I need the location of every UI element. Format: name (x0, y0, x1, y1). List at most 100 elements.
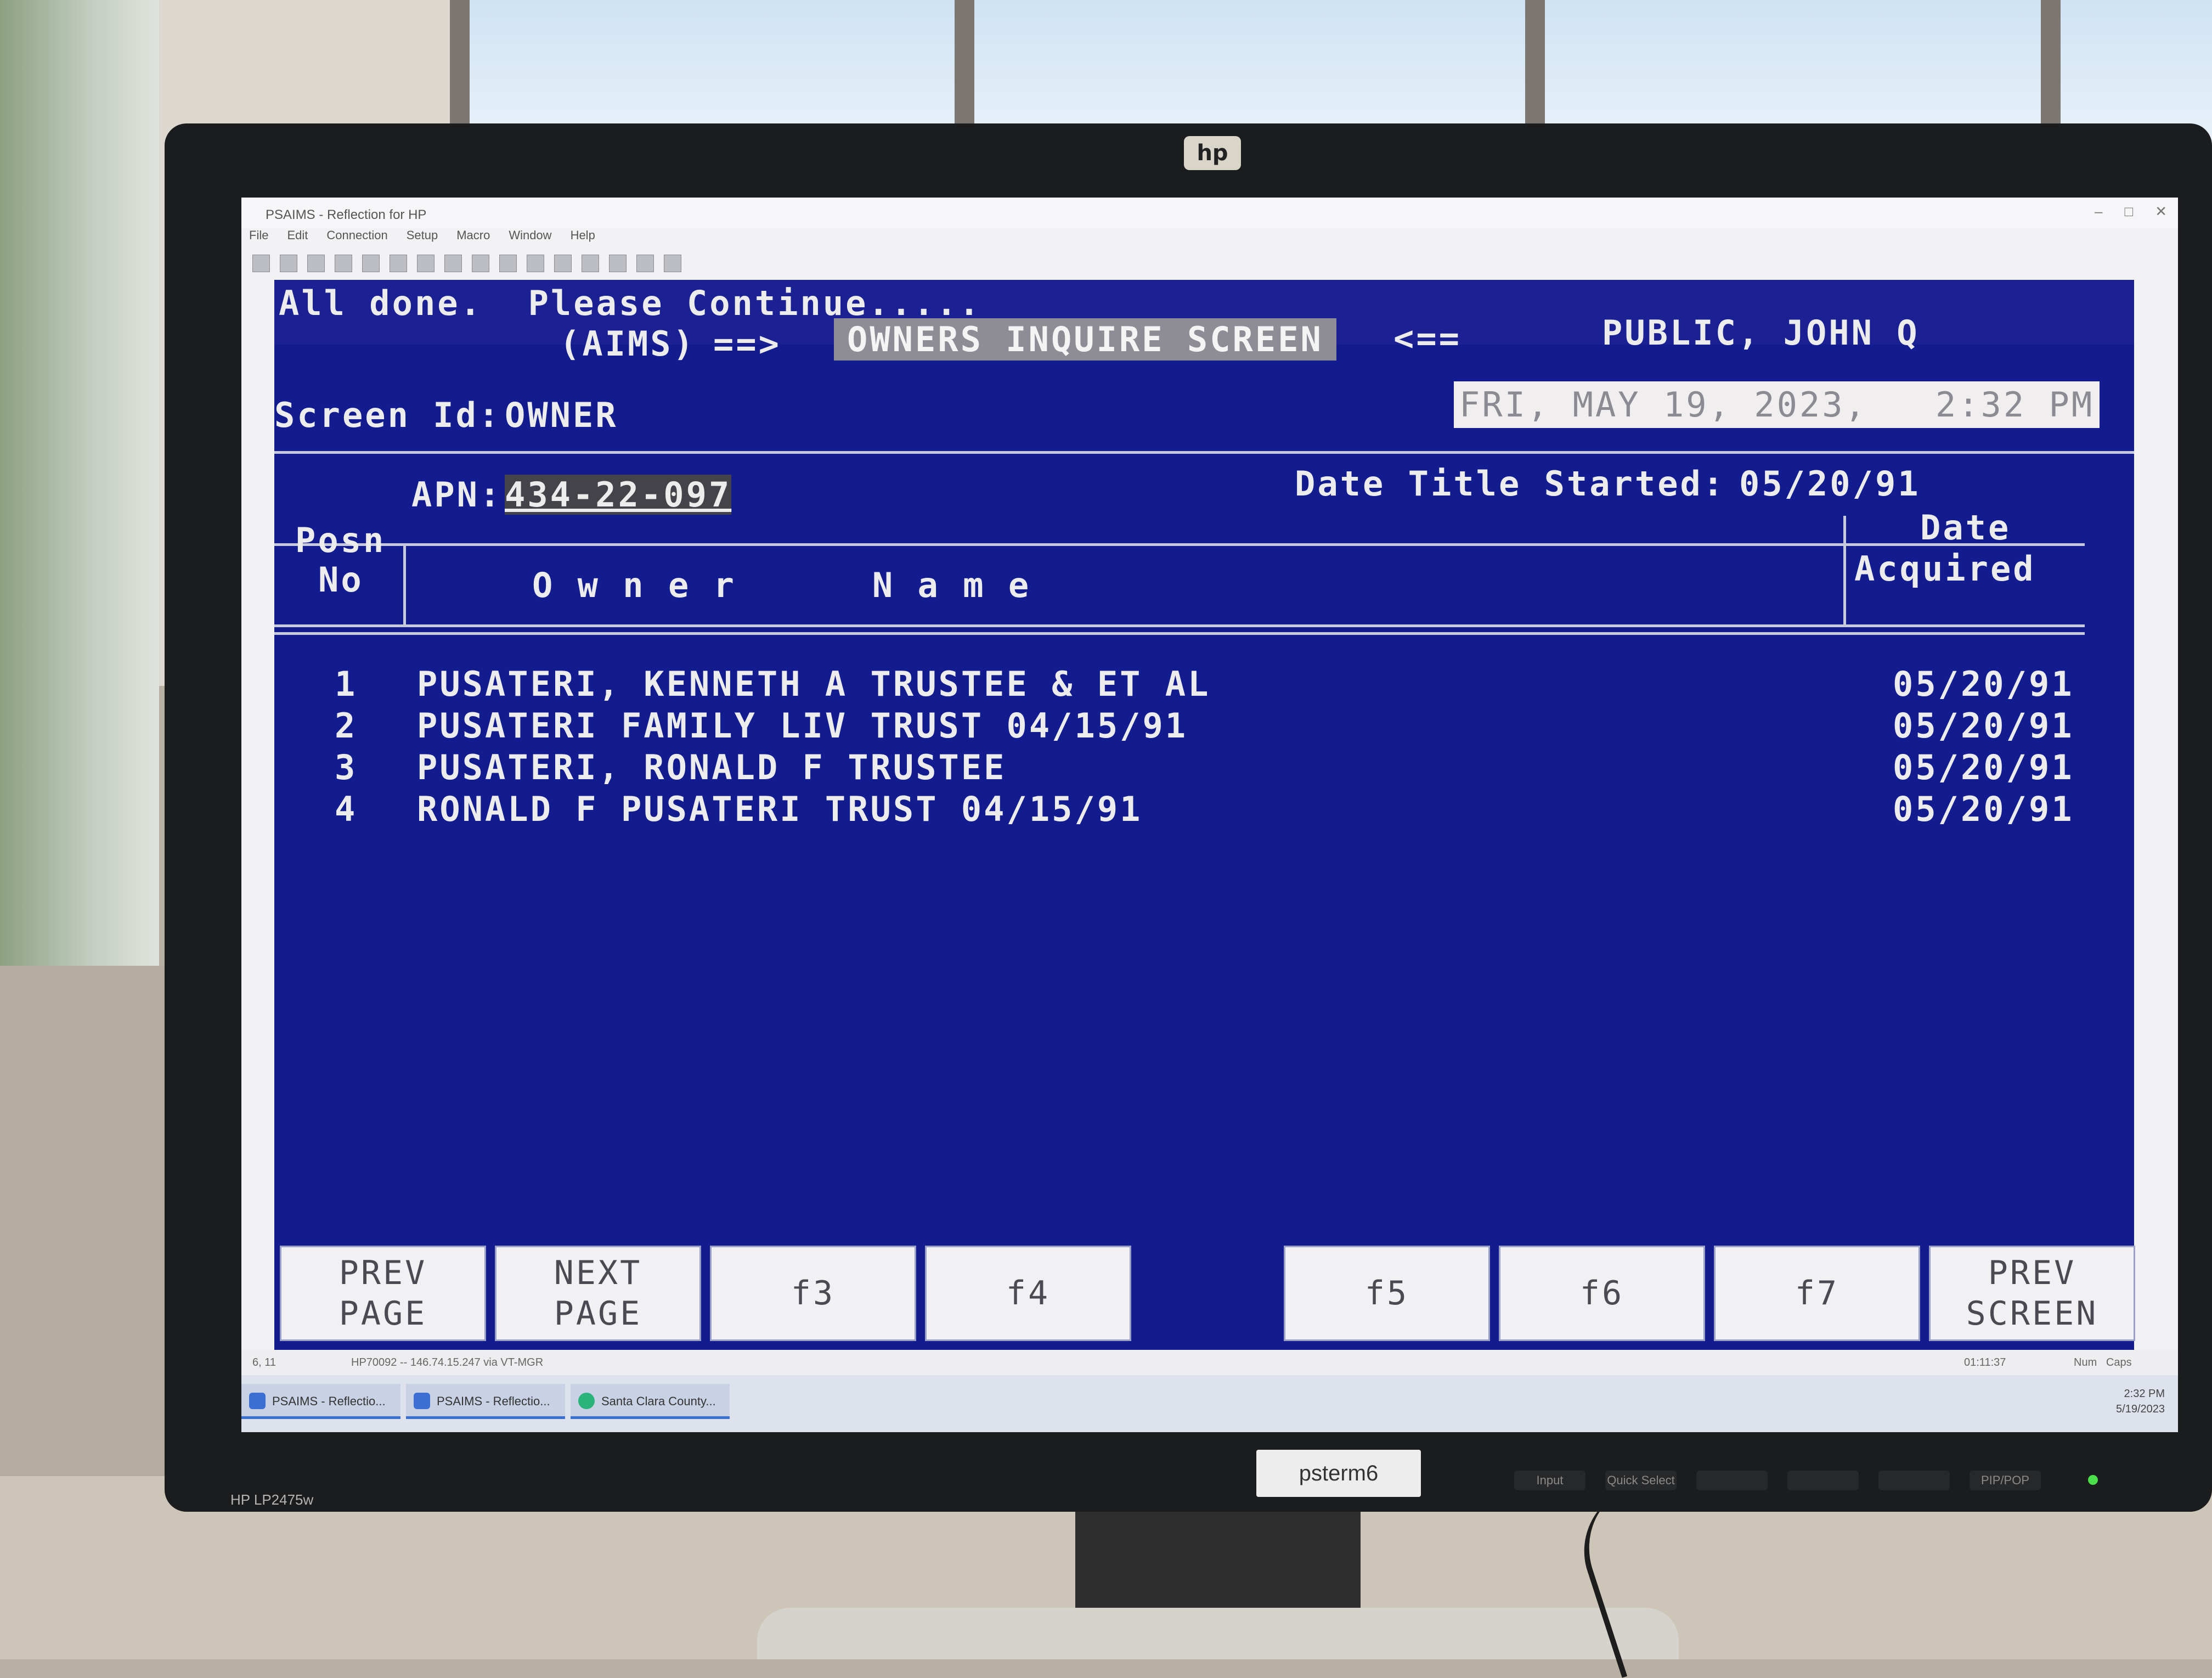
app-title: PSAIMS - Reflection for HP (266, 207, 427, 222)
osd-button[interactable] (1787, 1471, 1859, 1490)
menu-window[interactable]: Window (509, 228, 551, 248)
window-frame (450, 0, 470, 143)
asset-tag-label: psterm6 (1256, 1450, 1421, 1497)
user-name: PUBLIC, JOHN Q (1602, 313, 1920, 353)
disconnect-icon[interactable] (472, 255, 489, 272)
find-icon[interactable] (362, 255, 380, 272)
row-posn: 4 (335, 789, 358, 829)
f5-button[interactable]: f5 (1284, 1246, 1490, 1341)
monitor-stand-base (757, 1608, 1679, 1659)
date-title-started: 05/20/91 (1739, 464, 1921, 504)
osd-quick-select-button[interactable]: Quick Select (1605, 1471, 1677, 1490)
new-icon[interactable] (252, 255, 270, 272)
cut-icon[interactable] (390, 255, 407, 272)
table-header-underline (274, 624, 2085, 627)
office-window (450, 0, 2212, 143)
row-date-acquired: 05/20/91 (1893, 664, 2074, 704)
play-macro-icon[interactable] (499, 255, 517, 272)
table-row[interactable]: 2 PUSATERI FAMILY LIV TRUST 04/15/91 05/… (274, 706, 2134, 747)
osd-button[interactable] (1696, 1471, 1768, 1490)
keyboard-icon[interactable] (582, 255, 599, 272)
row-posn: 3 (335, 747, 358, 787)
power-led-icon (2088, 1475, 2098, 1485)
taskbar-item-label: Santa Clara County... (601, 1394, 716, 1408)
divider (274, 451, 2134, 454)
menu-file[interactable]: File (249, 228, 268, 248)
fkey-label: PAGE (554, 1294, 642, 1333)
fkey-label: f4 (1006, 1274, 1051, 1313)
taskbar-item-psaims-2[interactable]: PSAIMS - Reflectio... (406, 1384, 565, 1419)
terminal-screen[interactable]: All done. Please Continue..... (AIMS) ==… (274, 280, 2135, 1350)
toolbar (252, 255, 681, 277)
fkey-label: PAGE (338, 1294, 427, 1333)
fkey-label: f5 (1364, 1274, 1409, 1313)
row-date-acquired: 05/20/91 (1893, 789, 2074, 829)
help-icon[interactable] (664, 255, 681, 272)
open-icon[interactable] (280, 255, 297, 272)
print-icon[interactable] (335, 255, 352, 272)
f7-button[interactable]: f7 (1714, 1246, 1920, 1341)
screen-title: OWNERS INQUIRE SCREEN (834, 318, 1336, 361)
minimize-icon[interactable]: – (2095, 203, 2102, 220)
table-row[interactable]: 4 RONALD F PUSATERI TRUST 04/15/91 05/20… (274, 789, 2134, 831)
row-owner-name: PUSATERI, KENNETH A TRUSTEE & ET AL (417, 664, 1211, 704)
taskbar-item-browser[interactable]: Santa Clara County... (571, 1384, 730, 1419)
menu-bar: File Edit Connection Setup Macro Window … (249, 228, 595, 248)
menu-edit[interactable]: Edit (287, 228, 308, 248)
prev-screen-button[interactable]: PREV SCREEN (1929, 1246, 2135, 1341)
table-border-top (274, 543, 2085, 546)
f4-button[interactable]: f4 (925, 1246, 1131, 1341)
column-no-header: No (318, 560, 364, 600)
system-label: (AIMS) (560, 324, 696, 364)
maximize-icon[interactable]: □ (2124, 203, 2133, 220)
menu-macro[interactable]: Macro (456, 228, 490, 248)
table-row[interactable]: 1 PUSATERI, KENNETH A TRUSTEE & ET AL 05… (274, 664, 2134, 706)
prev-page-button[interactable]: PREV PAGE (280, 1246, 486, 1341)
key-indicators: Num Caps (2074, 1356, 2132, 1369)
column-owner-name-header: O w n e r N a m e (532, 565, 1031, 605)
f3-button[interactable]: f3 (710, 1246, 916, 1341)
window-controls: – □ ✕ (2095, 203, 2167, 220)
osd-input-button[interactable]: Input (1514, 1471, 1585, 1490)
taskbar-item-psaims-1[interactable]: PSAIMS - Reflectio... (241, 1384, 400, 1419)
session-time: 01:11:37 (1964, 1356, 2006, 1369)
osd-pip-button[interactable]: PIP/POP (1970, 1471, 2041, 1490)
hp-logo: hp (1184, 136, 1241, 170)
menu-setup[interactable]: Setup (407, 228, 438, 248)
menu-help[interactable]: Help (571, 228, 595, 248)
column-posn-header: Posn (295, 520, 386, 560)
reflection-app-icon (249, 1393, 266, 1409)
fkey-label: NEXT (554, 1254, 642, 1292)
connect-icon[interactable] (444, 255, 462, 272)
side-window (0, 0, 159, 988)
status-message: All done. Please Continue..... (279, 283, 982, 323)
monitor-screen: PSAIMS - Reflection for HP – □ ✕ File Ed… (241, 198, 2178, 1432)
fkey-label: f6 (1579, 1274, 1624, 1313)
monitor-model-label: HP LP2475w (230, 1491, 314, 1508)
record-macro-icon[interactable] (527, 255, 544, 272)
osd-button[interactable] (1878, 1471, 1950, 1490)
copy-icon[interactable] (417, 255, 435, 272)
save-icon[interactable] (307, 255, 325, 272)
close-icon[interactable]: ✕ (2155, 203, 2167, 220)
clock-date: 5/19/2023 (2116, 1403, 2165, 1415)
table-row[interactable]: 3 PUSATERI, RONALD F TRUSTEE 05/20/91 (274, 747, 2134, 789)
row-posn: 2 (335, 706, 358, 746)
settings-icon[interactable] (554, 255, 572, 272)
menu-connection[interactable]: Connection (326, 228, 387, 248)
table-header-underline (274, 632, 2085, 635)
connection-info: HP70092 -- 146.74.15.247 via VT-MGR (351, 1356, 544, 1369)
arrow-right-icon: ==> (713, 324, 781, 364)
row-owner-name: RONALD F PUSATERI TRUST 04/15/91 (417, 789, 1143, 829)
apn-field[interactable]: 434-22-097 (505, 475, 732, 515)
transfer-icon[interactable] (636, 255, 654, 272)
reflection-app-icon (414, 1393, 430, 1409)
display-icon[interactable] (609, 255, 627, 272)
cubicle-wall (0, 966, 165, 1514)
taskbar-clock[interactable]: 2:32 PM 5/19/2023 (2116, 1386, 2165, 1417)
f6-button[interactable]: f6 (1499, 1246, 1705, 1341)
next-page-button[interactable]: NEXT PAGE (495, 1246, 701, 1341)
row-owner-name: PUSATERI FAMILY LIV TRUST 04/15/91 (417, 706, 1188, 746)
window-frame (2041, 0, 2061, 143)
fkey-label: f7 (1795, 1274, 1839, 1313)
